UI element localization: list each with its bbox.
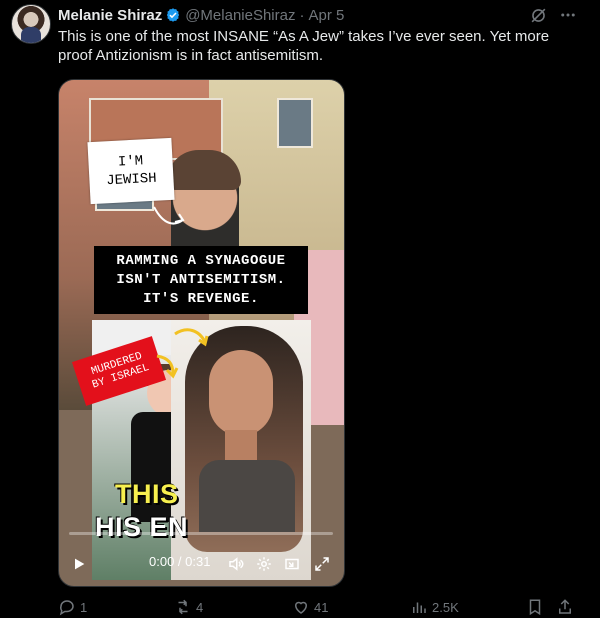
settings-gear-icon[interactable] xyxy=(255,555,273,573)
im-jewish-sticker: I'M JEWISH xyxy=(87,137,175,205)
window xyxy=(277,98,313,148)
murdered-by-israel-text: MURDERED BY ISRAEL xyxy=(89,350,151,392)
video-time: 0:00 / 0:31 xyxy=(149,554,211,569)
fullscreen-icon[interactable] xyxy=(313,555,331,573)
tweet-text: This is one of the most INSANE “As A Jew… xyxy=(58,28,550,64)
repost-button[interactable]: 4 xyxy=(174,597,203,617)
video-controls: 0:00 / 0:31 xyxy=(59,538,344,586)
repost-count: 4 xyxy=(196,599,204,615)
bookmark-icon xyxy=(529,599,541,616)
share-button[interactable] xyxy=(556,597,578,617)
author-handle[interactable]: @MelanieShiraz xyxy=(185,7,295,24)
like-count: 41 xyxy=(314,599,329,615)
tweet: Melanie Shiraz @MelanieShiraz · Apr 5 Th… xyxy=(0,0,600,618)
tweet-actions: 1 4 41 2.5K xyxy=(58,597,578,617)
reply-count: 1 xyxy=(80,599,88,615)
author-name[interactable]: Melanie Shiraz xyxy=(58,7,162,24)
im-jewish-text: I'M JEWISH xyxy=(105,153,158,190)
main-caption: RAMMING A SYNAGOGUE ISN'T ANTISEMITISM. … xyxy=(94,246,308,314)
like-button[interactable]: 41 xyxy=(292,597,328,617)
pip-icon[interactable] xyxy=(283,555,301,573)
share-icon xyxy=(559,599,571,614)
views-count: 2.5K xyxy=(432,599,459,615)
play-icon[interactable] xyxy=(71,556,87,572)
tweet-date[interactable]: Apr 5 xyxy=(308,7,344,24)
verified-badge-icon xyxy=(167,8,180,22)
separator-dot: · xyxy=(299,6,305,24)
avatar[interactable] xyxy=(11,4,51,44)
overlay-this: THIS xyxy=(115,479,179,509)
video-player[interactable]: I'M JEWISH RAMMING A SYNAGOGUE ISN'T ANT… xyxy=(58,79,345,587)
heart-icon xyxy=(294,601,308,614)
woman-neck xyxy=(225,430,257,464)
more-options-icon[interactable] xyxy=(559,6,577,24)
views-bar-chart-icon xyxy=(413,602,426,613)
bookmark-button[interactable] xyxy=(526,597,548,617)
main-caption-text: RAMMING A SYNAGOGUE ISN'T ANTISEMITISM. … xyxy=(116,252,286,307)
grok-icon[interactable] xyxy=(529,6,548,25)
views-button[interactable]: 2.5K xyxy=(410,597,459,617)
video-progress-bar[interactable] xyxy=(69,532,333,535)
volume-icon[interactable] xyxy=(227,555,245,573)
woman-face xyxy=(209,350,273,436)
white-arrow-icon xyxy=(153,206,185,225)
yellow-arrow-icon xyxy=(156,354,179,379)
woman-top xyxy=(199,460,295,532)
reply-button[interactable]: 1 xyxy=(58,597,87,617)
tweet-header: Melanie Shiraz @MelanieShiraz · Apr 5 xyxy=(58,5,344,25)
repost-icon xyxy=(178,599,188,615)
reply-icon xyxy=(59,600,74,616)
